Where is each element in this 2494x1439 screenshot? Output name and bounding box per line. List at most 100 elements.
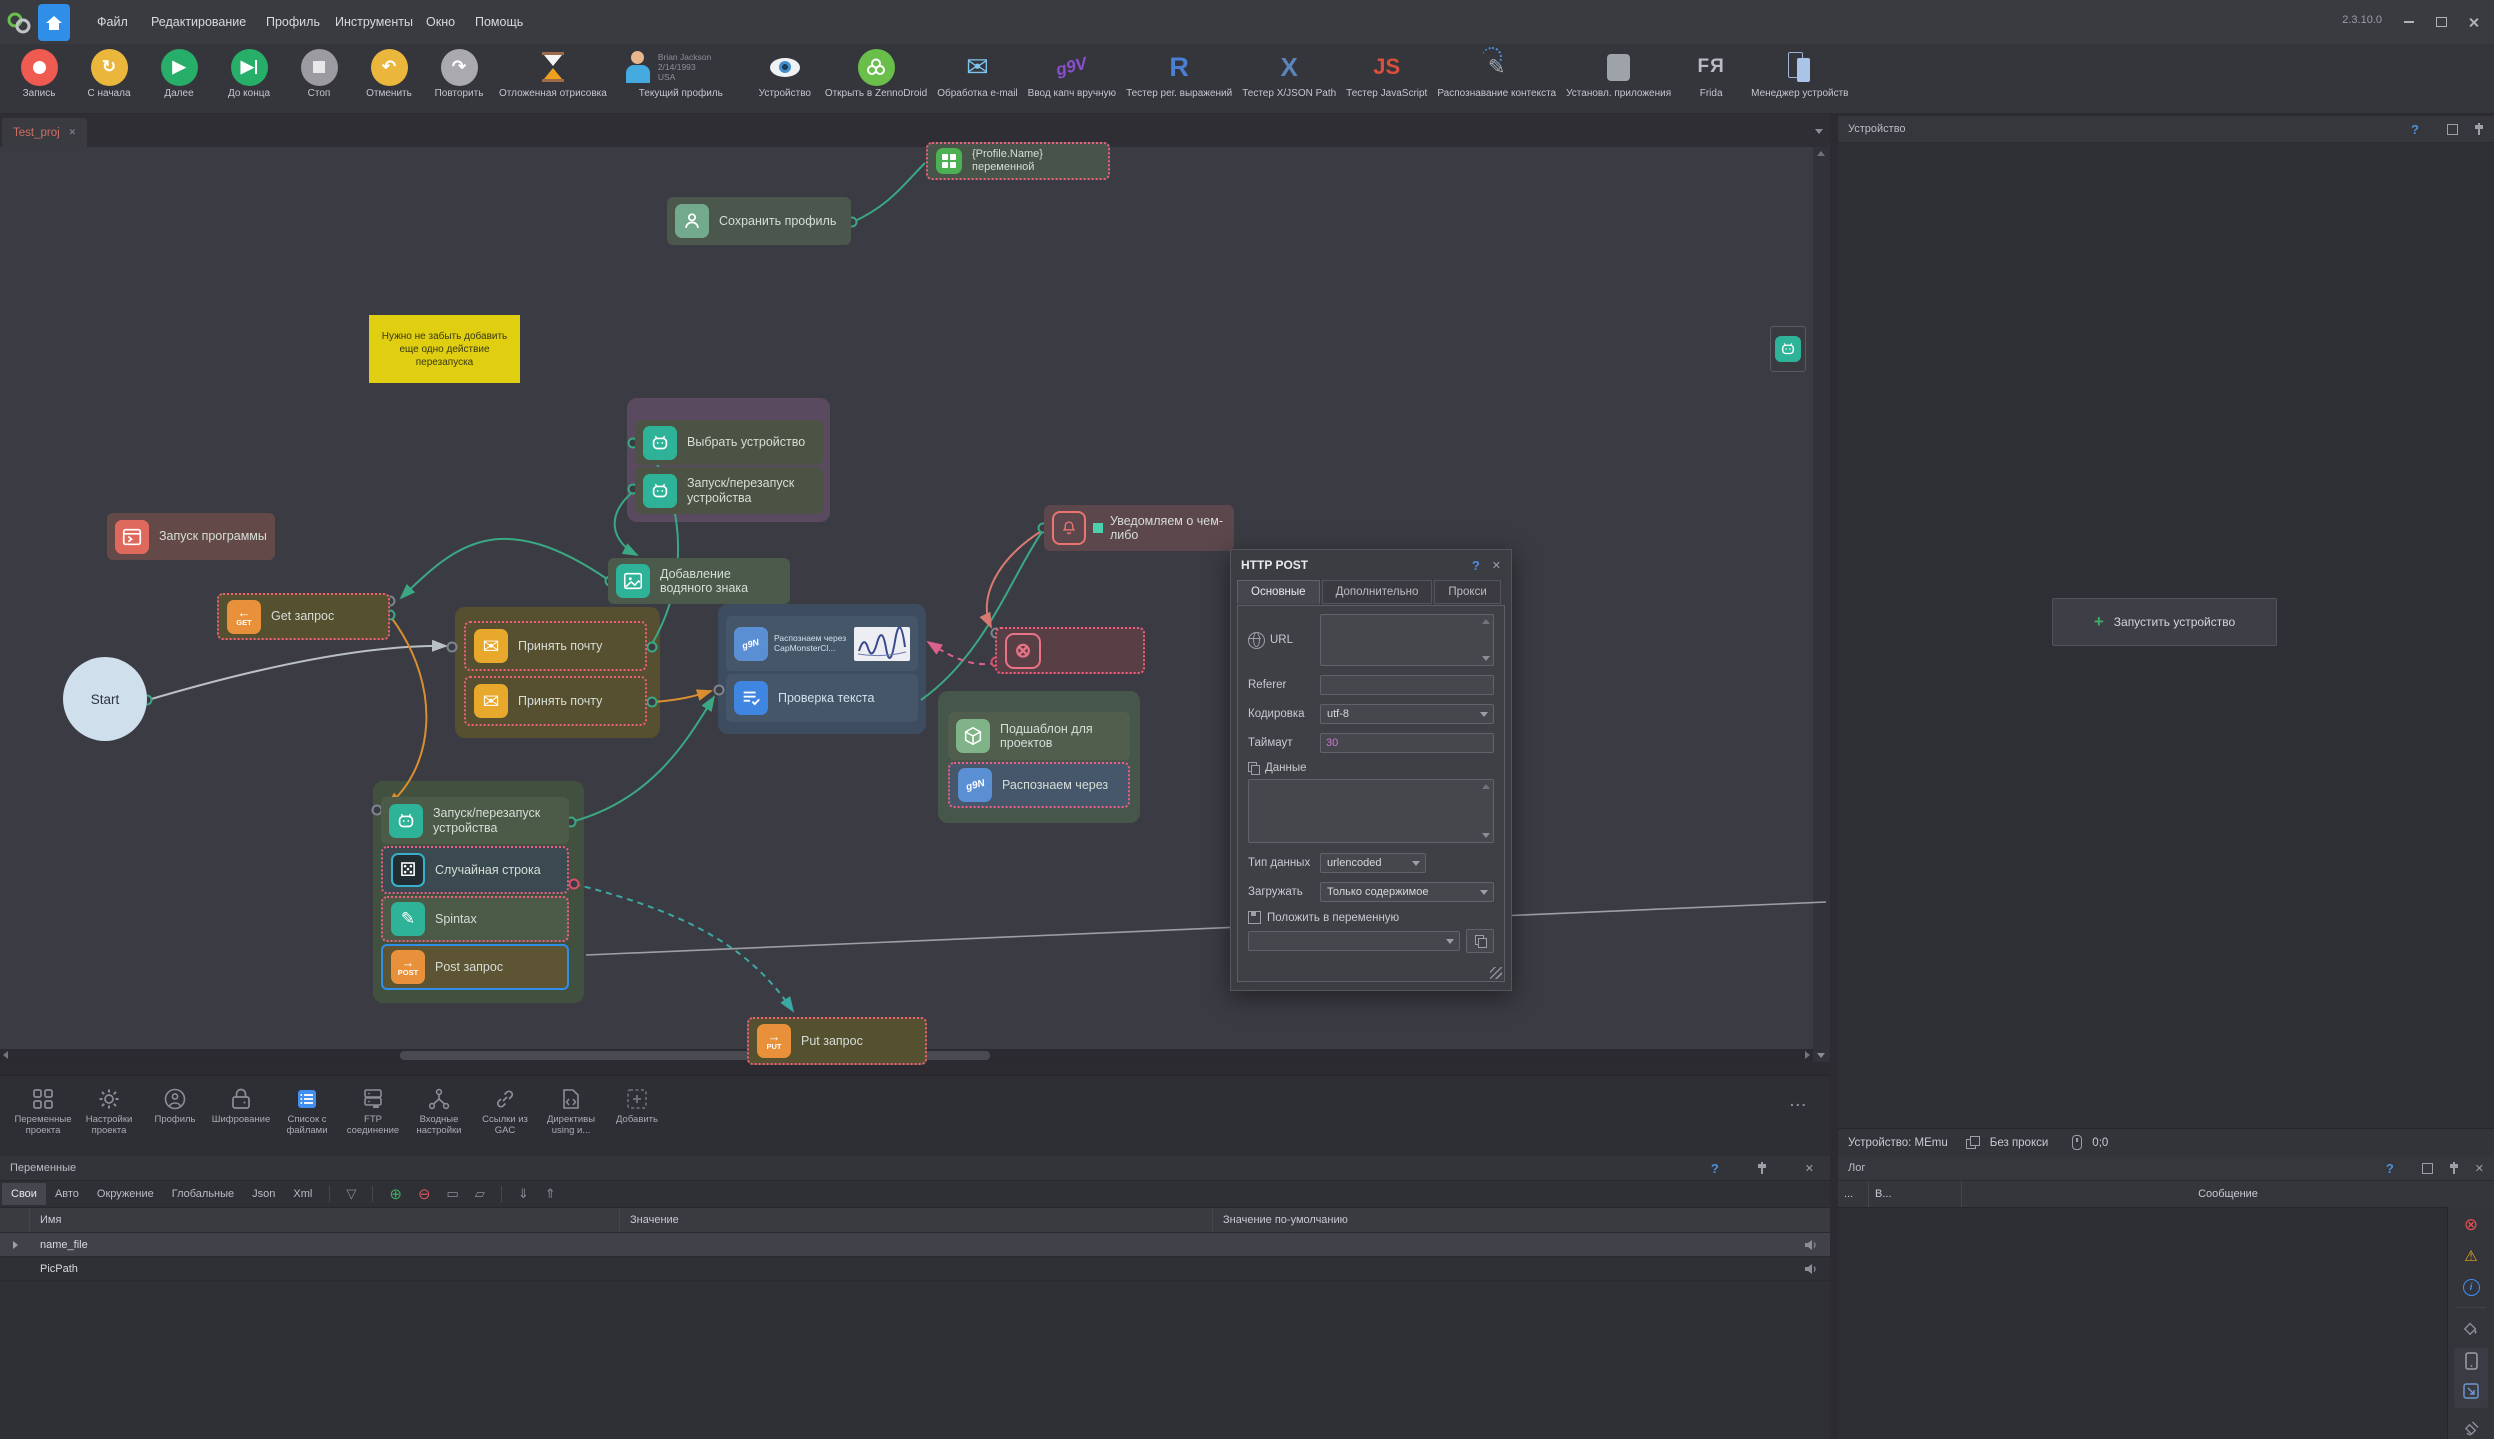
http-post-dialog[interactable]: HTTP POST ? ✕ Основные Дополнительно Про…	[1230, 549, 1512, 991]
remove-variable-icon[interactable]: ⊖	[410, 1185, 439, 1203]
context-recognition-button[interactable]: ✎ Распознавание контекста	[1432, 44, 1561, 99]
node-start[interactable]: Start	[63, 657, 147, 741]
speaker-icon[interactable]	[1804, 1263, 1830, 1275]
open-in-zennodroid-button[interactable]: Открыть в ZennoDroid	[820, 44, 932, 99]
sticky-note[interactable]: Нужно не забыть добавить еще одно действ…	[369, 315, 520, 383]
error-filter-icon[interactable]: ⊗	[2460, 1214, 2482, 1236]
minimize-button[interactable]	[2396, 14, 2422, 30]
variables-tab-global[interactable]: Глобальные	[163, 1183, 243, 1205]
vertical-splitter[interactable]	[1830, 114, 1838, 1439]
fill-icon[interactable]	[2460, 1317, 2482, 1339]
variables-tab-xml[interactable]: Xml	[284, 1183, 321, 1205]
dialog-tit1ebar[interactable]: HTTP POST ? ✕	[1231, 550, 1511, 580]
xjson-tester-button[interactable]: X Тестер X/JSON Path	[1237, 44, 1341, 99]
variables-tab-json[interactable]: Json	[243, 1183, 284, 1205]
dialog-tab-main[interactable]: Основные	[1237, 580, 1320, 604]
help-icon[interactable]: ?	[1711, 1161, 1719, 1176]
maximize-panel-icon[interactable]	[2447, 124, 2458, 135]
dialog-tab-advanced[interactable]: Дополнительно	[1322, 580, 1433, 604]
clear-log-icon[interactable]	[2460, 1417, 2482, 1439]
copy-to-variable-button[interactable]	[1466, 929, 1494, 953]
add-item-button[interactable]: Добавить	[604, 1084, 670, 1125]
move-down-icon[interactable]: ⇓	[510, 1186, 537, 1202]
menu-edit[interactable]: Редактирование	[138, 0, 259, 44]
node-mail-2[interactable]: ✉ Принять почту	[464, 676, 647, 726]
tab-test-proj[interactable]: Test_proj ✕	[2, 118, 87, 147]
using-directives-button[interactable]: Директивы using и...	[538, 1084, 604, 1136]
device-manager-button[interactable]: Менеджер устройств	[1746, 44, 1853, 99]
filter-icon[interactable]: ▽	[338, 1186, 364, 1202]
launch-device-button[interactable]: + Запустить устройство	[2052, 598, 2277, 646]
stop-button[interactable]: Стоп	[284, 44, 354, 99]
move-up-icon[interactable]: ⇑	[537, 1186, 564, 1202]
redo-button[interactable]: ↷ Повторить	[424, 44, 494, 99]
dialog-close-icon[interactable]: ✕	[1492, 559, 1501, 572]
frida-button[interactable]: FЯ Frida	[1676, 44, 1746, 99]
close-panel-icon[interactable]: ✕	[2475, 1162, 2484, 1175]
node-notify[interactable]: Уведомляем о чем-либо	[1044, 505, 1234, 551]
input-settings-button[interactable]: Входные настройки	[406, 1084, 472, 1136]
variables-tab-own[interactable]: Свои	[2, 1183, 46, 1205]
step-button[interactable]: ▶ Далее	[144, 44, 214, 99]
column-value[interactable]: Значение	[620, 1208, 1213, 1232]
project-settings-button[interactable]: Настройки проекта	[76, 1084, 142, 1136]
load-select[interactable]: Только содержимое	[1320, 882, 1494, 902]
node-watermark[interactable]: Добавление водяного знака	[608, 558, 790, 604]
close-panel-icon[interactable]: ✕	[1805, 1162, 1814, 1175]
node-run-program[interactable]: Запуск программы	[107, 513, 275, 560]
url-input[interactable]	[1320, 614, 1494, 666]
node-recognize-capmonster[interactable]: g9N Распознаем через CapMonsterCl...	[726, 616, 918, 671]
node-restart-device-bottom[interactable]: Запуск/перезапуск устройства	[381, 797, 569, 844]
device-quick-button[interactable]	[1770, 326, 1806, 372]
node-restart-device-top[interactable]: Запуск/перезапуск устройства	[635, 467, 823, 514]
undo-button[interactable]: ↶ Отменить	[354, 44, 424, 99]
canvas-vertical-scrollbar[interactable]	[1813, 147, 1830, 1062]
node-profile-variable[interactable]: {Profile.Name} переменной	[926, 142, 1110, 180]
node-bad-end[interactable]: ⊗	[995, 627, 1145, 674]
node-subtemplate[interactable]: Подшаблон для проектов	[948, 712, 1130, 760]
file-list-button[interactable]: Список с файлами	[274, 1084, 340, 1136]
current-profile-button[interactable]: Brian Jackson 2/14/1993 USA Текущий проф…	[612, 44, 750, 99]
node-save-profile[interactable]: Сохранить профиль	[667, 197, 851, 245]
help-icon[interactable]: ?	[2386, 1161, 2394, 1176]
dialog-tab-proxy[interactable]: Прокси	[1434, 580, 1500, 604]
frame-icon[interactable]: ▭	[439, 1186, 467, 1202]
node-recognize-via[interactable]: g9N Распознаем через	[948, 762, 1130, 808]
menu-file[interactable]: Файл	[84, 0, 141, 44]
log-col-dots[interactable]: ...	[1838, 1181, 1869, 1207]
project-variables-button[interactable]: Переменные проекта	[10, 1084, 76, 1136]
help-icon[interactable]: ?	[2411, 122, 2419, 137]
node-mail-1[interactable]: ✉ Принять почту	[464, 621, 647, 671]
menu-profile[interactable]: Профиль	[253, 0, 333, 44]
column-name[interactable]: Имя	[30, 1208, 620, 1232]
deferred-render-button[interactable]: Отложенная отрисовка	[494, 44, 612, 99]
node-get-request[interactable]: ←GET Get запрос	[217, 593, 390, 640]
node-put-request[interactable]: →PUT Put запрос	[747, 1017, 927, 1065]
table-row[interactable]: name_file	[0, 1233, 1830, 1257]
referer-input[interactable]	[1320, 675, 1494, 695]
gac-links-button[interactable]: Ссылки из GAC	[472, 1084, 538, 1136]
more-items-button[interactable]: ...	[1790, 1093, 1808, 1109]
email-processing-button[interactable]: ✉ Обработка e-mail	[932, 44, 1022, 99]
ftp-connections-button[interactable]: FTP соединение	[340, 1084, 406, 1136]
log-col-time[interactable]: В...	[1869, 1181, 1962, 1207]
tab-close-icon[interactable]: ✕	[69, 127, 77, 138]
variable-select[interactable]	[1248, 931, 1460, 951]
datatype-select[interactable]: urlencoded	[1320, 853, 1426, 873]
node-select-device[interactable]: Выбрать устройство	[635, 420, 823, 465]
speaker-icon[interactable]	[1804, 1239, 1830, 1251]
column-default[interactable]: Значение по-умолчанию	[1213, 1208, 1830, 1232]
add-variable-icon[interactable]: ⊕	[381, 1185, 410, 1203]
warning-filter-icon[interactable]: ⚠	[2460, 1245, 2482, 1267]
pin-icon[interactable]	[1757, 1162, 1767, 1174]
run-to-end-button[interactable]: ▶ До конца	[214, 44, 284, 99]
encoding-select[interactable]: utf-8	[1320, 704, 1494, 724]
node-spintax[interactable]: ✎ Spintax	[381, 896, 569, 942]
maximize-panel-icon[interactable]	[2422, 1163, 2433, 1174]
home-button[interactable]	[38, 4, 70, 41]
info-filter-icon[interactable]: i	[2460, 1276, 2482, 1298]
node-text-check[interactable]: Проверка текста	[726, 674, 918, 722]
pin-icon[interactable]	[2474, 123, 2484, 135]
device-view-button[interactable]: Устройство	[750, 44, 820, 99]
expand-icon[interactable]	[2463, 1383, 2479, 1404]
